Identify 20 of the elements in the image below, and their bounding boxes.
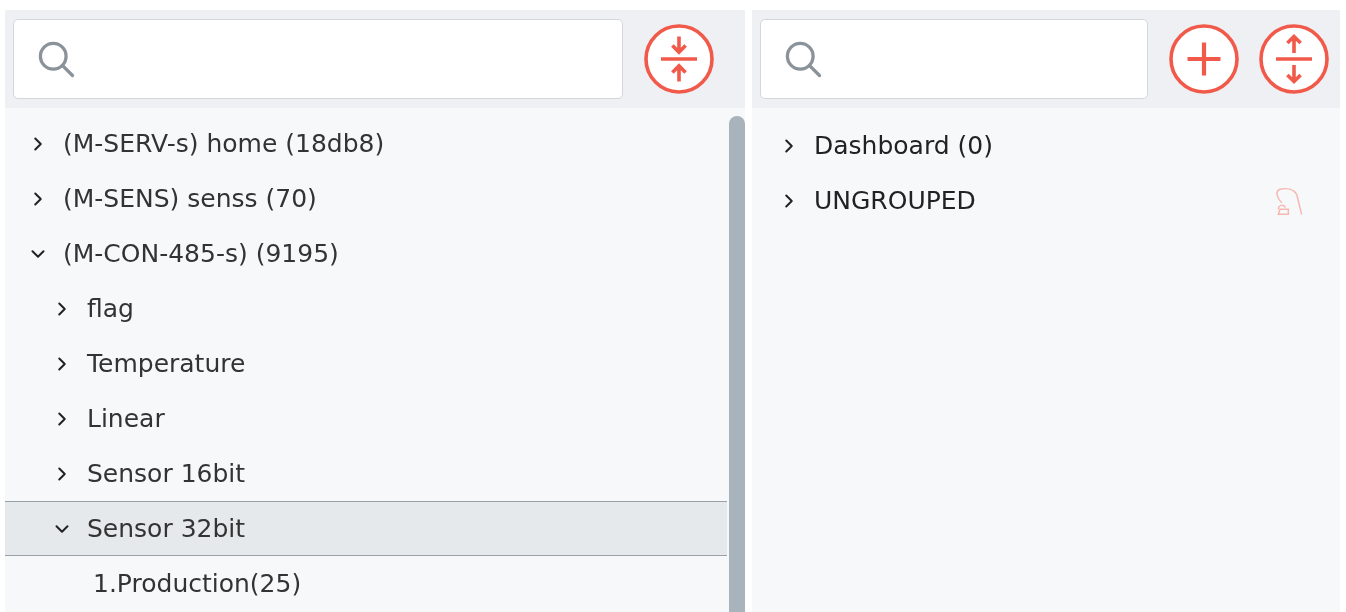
tree-item[interactable]: (M-SERV-s) home (18db8) [5, 116, 727, 171]
search-field[interactable] [13, 19, 623, 99]
tree-item[interactable]: Sensor 32bit [5, 501, 727, 556]
tree-item[interactable]: (M-CON-485-s) (9195) [5, 226, 727, 281]
expand-icon [1258, 23, 1330, 95]
tree-item[interactable]: Sensor 16bit [5, 446, 727, 501]
tree-item[interactable]: Linear [5, 391, 727, 446]
scrollbar[interactable] [729, 116, 745, 612]
group-item[interactable]: Dashboard (0) [752, 118, 1340, 173]
tree-item[interactable]: Temperature [5, 336, 727, 391]
search-field[interactable] [760, 19, 1148, 99]
group-item[interactable]: UNGROUPED [752, 173, 1340, 228]
tree-item[interactable]: flag [5, 281, 727, 336]
add-button[interactable] [1168, 23, 1240, 95]
tree-item[interactable]: (M-SENS) senss (70) [5, 171, 727, 226]
expand-button[interactable] [1258, 23, 1330, 95]
tree-item[interactable]: 1.Production(25) [5, 556, 727, 611]
add-icon [1168, 23, 1240, 95]
collapse-button[interactable] [643, 23, 715, 95]
collapse-icon [643, 23, 715, 95]
